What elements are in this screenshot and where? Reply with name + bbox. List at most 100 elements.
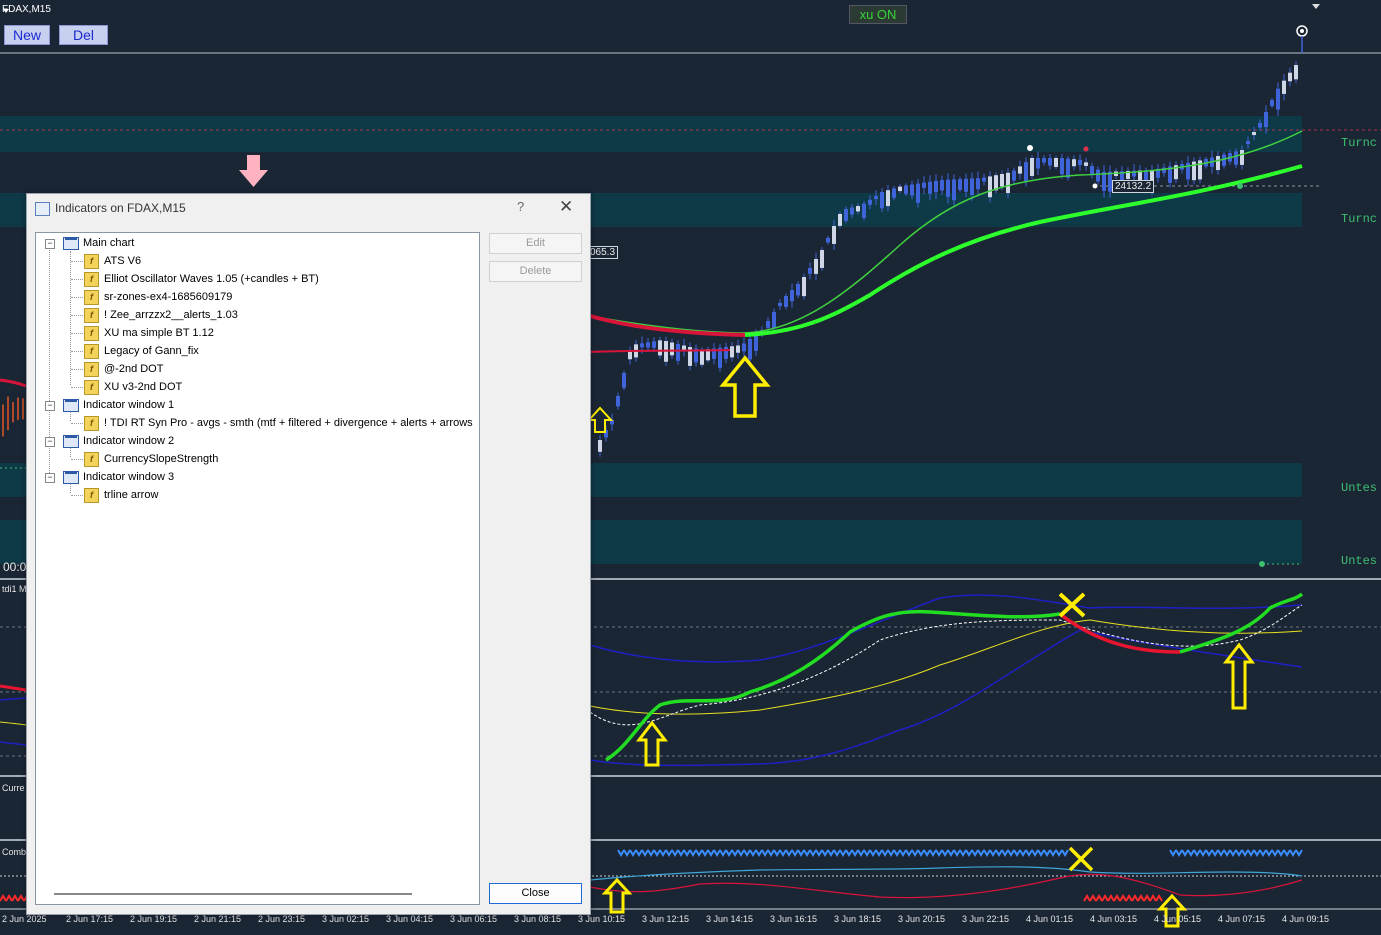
time-axis-label: 3 Jun 06:15 [450, 914, 498, 924]
tdi-white-dashed [589, 604, 1303, 726]
indicator-icon: f [84, 344, 99, 359]
candle [988, 176, 992, 198]
tree-item-trline-arrow[interactable]: f trline arrow [36, 487, 476, 503]
combo-blue-arrow-icon [959, 849, 967, 857]
candle [1252, 132, 1256, 136]
combo-blue-arrow-icon [671, 849, 679, 857]
combo-blue-arrow-icon [1223, 849, 1231, 857]
combo-blue-arrow-icon [791, 849, 799, 857]
tree-item-2nd-dot[interactable]: f @-2nd DOT [36, 361, 476, 377]
left-time-fragment: 00:0 [3, 560, 27, 574]
candle [880, 192, 884, 209]
green-dot-2 [1237, 183, 1243, 189]
combo-blue-arrow-icon [623, 849, 631, 857]
tdi-lower-band [589, 629, 1303, 767]
tree-item-tdi[interactable]: f ! TDI RT Syn Pro - avgs - smth (mtf + … [36, 415, 476, 431]
candle [1240, 150, 1244, 165]
xu-status-badge[interactable]: xu ON [849, 5, 907, 24]
combo-blue-arrow-icon [755, 849, 763, 857]
combo-blue-arrow-icon [905, 849, 913, 857]
tree-item-gann[interactable]: f Legacy of Gann_fix [36, 343, 476, 359]
combo-blue-arrow-icon [989, 849, 997, 857]
combo-blue-arrow-icon [953, 849, 961, 857]
combo-red-arrow-icon [1137, 894, 1145, 902]
tree-item-elliot[interactable]: f Elliot Oscillator Waves 1.05 (+candles… [36, 271, 476, 287]
close-button[interactable]: Close [489, 883, 582, 904]
time-axis-label: 3 Jun 10:15 [578, 914, 626, 924]
candle [844, 209, 848, 221]
tree-item-currency-slope[interactable]: f CurrencySlopeStrength [36, 451, 476, 467]
tree-indicator-window-2[interactable]: − Indicator window 2 [36, 433, 476, 449]
tree-item-sr-zones[interactable]: f sr-zones-ex4-1685609179 [36, 289, 476, 305]
candle [958, 179, 962, 191]
combo-blue-arrow-icon [617, 849, 625, 857]
help-button[interactable]: ? [517, 199, 524, 214]
combo-blue-arrow-icon [659, 849, 667, 857]
combo-blue-arrow-icon [665, 849, 673, 857]
tree-item-ats-v6[interactable]: f ATS V6 [36, 253, 476, 269]
candle [1246, 141, 1250, 145]
tree-item-zee-arr[interactable]: f ! Zee_arrzzx2__alerts_1.03 [36, 307, 476, 323]
candle [1270, 100, 1274, 107]
del-button[interactable]: Del [59, 25, 108, 45]
combo-blue-arrow-icon [1229, 849, 1237, 857]
candle [2, 404, 4, 437]
tree-item-xu-ma[interactable]: f XU ma simple BT 1.12 [36, 325, 476, 341]
candle [814, 259, 818, 274]
candle [784, 296, 788, 307]
combo-red-arrow-icon [1107, 894, 1115, 902]
tree-item-xu-v3[interactable]: f XU v3-2nd DOT [36, 379, 476, 395]
indicator-tree[interactable]: − Main chart f ATS V6 f Elliot Oscillato… [35, 232, 480, 905]
delete-button[interactable]: Delete [489, 261, 582, 282]
combo-blue-arrow-icon [797, 849, 805, 857]
combo-blue-arrow-icon [683, 849, 691, 857]
combo-red-arrow-icon [1089, 894, 1097, 902]
combo-blue-arrow-icon [1175, 849, 1183, 857]
candle [874, 195, 878, 200]
combo-blue-arrow-icon [1289, 849, 1297, 857]
candle [826, 238, 830, 243]
white-dot [1027, 145, 1033, 151]
chart-title: FDAX,M15 [2, 4, 51, 15]
candle [1060, 158, 1064, 175]
candle [730, 346, 734, 358]
combo-blue-arrow-icon [689, 849, 697, 857]
horizontal-scrollbar[interactable] [54, 893, 412, 895]
candle [952, 179, 956, 201]
candle [940, 180, 944, 191]
tree-main-chart[interactable]: − Main chart [36, 235, 476, 251]
indicator-icon: f [84, 290, 99, 305]
candle [22, 398, 24, 420]
chart-dropdown-icon [1312, 4, 1320, 9]
target-circle-center [1300, 29, 1304, 33]
tree-indicator-window-3[interactable]: − Indicator window 3 [36, 469, 476, 485]
candle [976, 178, 980, 190]
time-axis-label: 4 Jun 03:15 [1090, 914, 1138, 924]
new-button[interactable]: New [4, 25, 50, 45]
indicator-icon: f [84, 308, 99, 323]
combo-blue-arrow-icon [917, 849, 925, 857]
tdi-pane-label: tdi1 M [2, 584, 27, 594]
tree-indicator-window-1[interactable]: − Indicator window 1 [36, 397, 476, 413]
time-axis-label: 3 Jun 08:15 [514, 914, 562, 924]
combo-blue-arrow-icon [1001, 849, 1009, 857]
time-axis-label: 3 Jun 12:15 [642, 914, 690, 924]
combo-blue-arrow-icon [719, 849, 727, 857]
time-axis-label: 3 Jun 14:15 [706, 914, 754, 924]
combo-blue-arrow-icon [899, 849, 907, 857]
candle [946, 179, 950, 197]
indicators-dialog[interactable]: Indicators on FDAX,M15 ? ✕ − Main chart … [26, 193, 591, 915]
combo-blue-arrow-icon [839, 849, 847, 857]
close-icon[interactable]: ✕ [559, 197, 573, 217]
candle [1036, 158, 1040, 169]
combo-blue-arrow-icon [869, 849, 877, 857]
zone-top [0, 116, 1302, 152]
combo-blue-arrow-icon [1277, 849, 1285, 857]
white-dot-2 [1092, 183, 1098, 189]
candle [736, 345, 740, 353]
edit-button[interactable]: Edit [489, 233, 582, 254]
candle [1216, 156, 1220, 171]
candle [1288, 72, 1292, 82]
candle [1072, 159, 1076, 167]
combo-red-arrow-icon [0, 894, 7, 902]
